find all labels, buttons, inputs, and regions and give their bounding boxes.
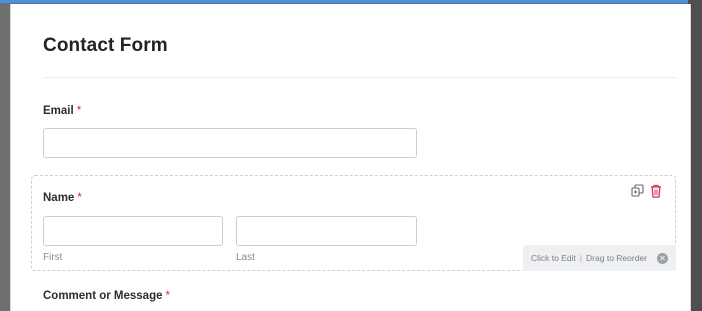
first-name-input[interactable] bbox=[43, 216, 223, 246]
edit-reorder-hint: Click to Edit | Drag to Reorder ✕ bbox=[522, 245, 676, 271]
comment-label-text: Comment or Message bbox=[43, 290, 163, 302]
top-accent-bar bbox=[0, 0, 702, 3]
name-label-text: Name bbox=[43, 192, 75, 204]
name-label: Name * bbox=[43, 192, 82, 204]
click-to-edit-hint[interactable]: Click to Edit bbox=[531, 253, 576, 263]
comment-label: Comment or Message * bbox=[43, 290, 170, 302]
email-label-text: Email bbox=[43, 105, 74, 117]
name-field-container[interactable]: Name * First Last Click to Edit | Drag t… bbox=[31, 175, 676, 271]
hint-separator: | bbox=[579, 253, 583, 263]
title-divider bbox=[43, 77, 677, 78]
name-required-mark: * bbox=[77, 192, 82, 204]
email-input[interactable] bbox=[43, 128, 417, 158]
comment-required-mark: * bbox=[165, 290, 170, 302]
last-name-input[interactable] bbox=[236, 216, 417, 246]
trash-icon[interactable] bbox=[650, 184, 663, 198]
close-hint-icon[interactable]: ✕ bbox=[657, 252, 668, 264]
duplicate-icon[interactable] bbox=[631, 184, 644, 198]
email-label: Email * bbox=[43, 105, 81, 117]
first-name-sublabel: First bbox=[43, 252, 63, 263]
drag-to-reorder-hint[interactable]: Drag to Reorder bbox=[586, 253, 647, 263]
last-name-sublabel: Last bbox=[236, 252, 255, 263]
form-canvas: Contact Form Email * Name * First Last C… bbox=[10, 4, 691, 311]
field-action-icons bbox=[631, 184, 663, 198]
email-required-mark: * bbox=[76, 105, 82, 117]
form-title: Contact Form bbox=[43, 35, 168, 56]
